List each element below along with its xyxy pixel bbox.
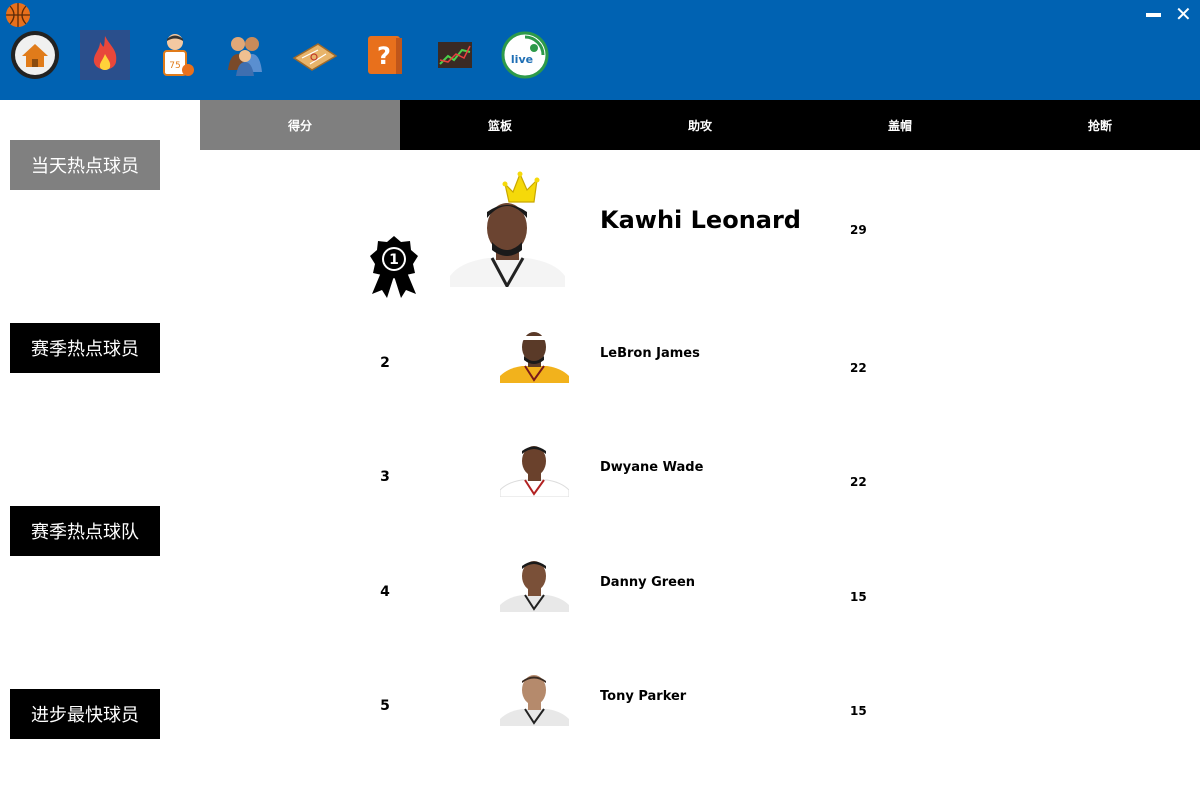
sidebar-item-today-hot-players[interactable]: 当天热点球员 [10,140,160,190]
rank-number: 4 [380,584,390,600]
player-photo [450,196,565,287]
player-score: 29 [850,223,867,237]
team-icon[interactable] [220,30,270,80]
player-photo [500,671,569,726]
player-name: Danny Green [600,575,696,590]
player-photo [500,442,569,497]
player-photo [500,328,569,383]
player-icon[interactable]: 75 [150,30,200,80]
rank-number: 3 [380,469,390,485]
sidebar-item-season-hot-players[interactable]: 赛季热点球员 [10,323,160,373]
rank-number: 2 [380,355,390,371]
player-score: 15 [850,704,867,718]
sidebar-item-season-hot-teams[interactable]: 赛季热点球队 [10,506,160,556]
basketball-logo-icon [6,3,30,27]
player-name: Dwyane Wade [600,460,704,475]
player-name: Kawhi Leonard [600,206,801,234]
tab-steals[interactable]: 抢断 [1000,100,1200,150]
help-symbol: ? [377,42,391,70]
player-score: 22 [850,361,867,375]
player-name: LeBron James [600,346,700,361]
tab-blocks[interactable]: 盖帽 [800,100,1000,150]
top-toolbar: ✕ 75 ? live [0,0,1200,100]
live-icon[interactable]: live [500,30,550,80]
minimize-button[interactable] [1146,13,1161,17]
player-score: 22 [850,475,867,489]
tab-assists[interactable]: 助攻 [600,100,800,150]
help-book-icon[interactable]: ? [360,30,410,80]
player-score: 15 [850,590,867,604]
home-icon[interactable] [10,30,60,80]
tab-rebounds[interactable]: 篮板 [400,100,600,150]
tab-points[interactable]: 得分 [200,100,400,150]
tactics-board-icon[interactable] [290,30,340,80]
player-name: Tony Parker [600,689,687,704]
stat-tab-bar: 得分 篮板 助攻 盖帽 抢断 [200,100,1200,150]
rank-number: 5 [380,698,390,714]
close-button[interactable]: ✕ [1175,1,1192,27]
first-place-medal-icon: 1 [368,234,420,300]
jersey-number: 75 [169,61,180,71]
medal-rank: 1 [389,252,399,268]
stock-chart-icon[interactable] [430,30,480,80]
player-photo [500,557,569,612]
sidebar-item-most-improved-players[interactable]: 进步最快球员 [10,689,160,739]
live-label: live [511,53,533,66]
hot-fire-icon[interactable] [80,30,130,80]
